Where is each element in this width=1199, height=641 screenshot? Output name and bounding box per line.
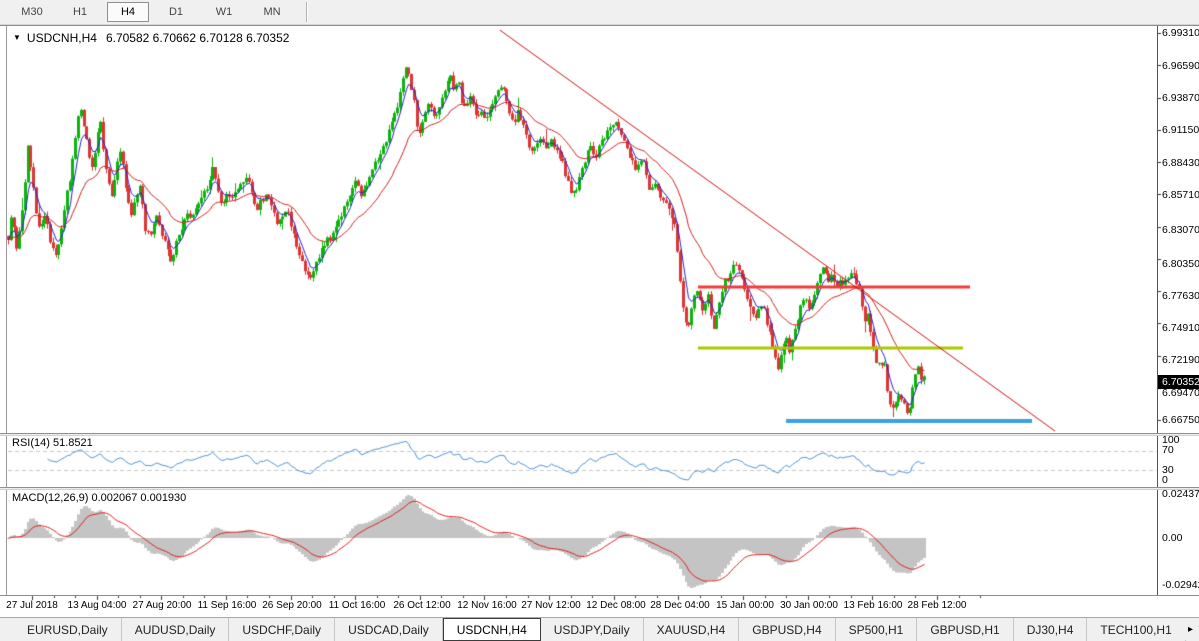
time-axis-label: 27 Jul 2018 [6,600,58,611]
chart-tabs-bar: EURUSD,DailyAUDUSD,DailyUSDCHF,DailyUSDC… [0,617,1199,641]
timeframe-button[interactable]: D1 [155,2,197,22]
time-axis-label: 11 Sep 16:00 [198,600,257,611]
time-axis-label: 27 Aug 20:00 [133,600,192,611]
price-axis-label: 6.80350 [1162,258,1199,270]
timeframe-toolbar: M30 H1 H4 D1 W1 MN [0,0,1199,25]
panel-splitter-macd[interactable] [0,487,1199,490]
price-axis-label: 6.74910 [1162,322,1199,334]
chart-title: ▼ USDCNH,H4 6.70582 6.70662 6.70128 6.7035… [13,31,289,45]
panel-splitter-rsi[interactable] [0,433,1199,436]
chart-canvas[interactable] [0,0,1199,641]
macd-axis-label: -0.029423 [1162,579,1199,591]
price-axis-line [1157,26,1158,595]
trading-platform-window: M30 H1 H4 D1 W1 MN ▼ USDCNH,H4 6.70582 6.70662 … [0,0,1199,641]
chart-tab[interactable]: USDJPY,Daily [541,618,644,641]
time-axis-border [0,595,1199,596]
time-axis-label: 27 Nov 12:00 [521,600,581,611]
macd-axis-label: 0.024372 [1162,488,1199,500]
price-axis-label: 6.88430 [1162,157,1199,169]
chart-tab[interactable]: USDCAD,Daily [335,618,443,641]
time-axis-label: 28 Dec 04:00 [650,600,710,611]
chart-tab[interactable]: USDCNH,H4 [443,618,541,641]
timeframe-button[interactable]: MN [251,2,293,22]
chart-tab[interactable]: DJ30,H4 [1014,618,1088,641]
time-axis-label: 13 Feb 16:00 [844,600,903,611]
time-axis-label: 26 Oct 12:00 [393,600,450,611]
price-axis-label: 6.85710 [1162,189,1199,201]
price-axis-label: 6.77630 [1162,290,1199,302]
time-axis-label: 26 Sep 20:00 [262,600,322,611]
price-axis-label: 6.93870 [1162,92,1199,104]
macd-indicator-label: MACD(12,26,9) 0.002067 0.001930 [12,492,186,504]
toolbar-separator [306,2,308,22]
time-axis-label: 13 Aug 04:00 [68,600,127,611]
time-axis-label: 30 Jan 00:00 [780,600,838,611]
symbol-label: USDCNH,H4 [27,31,97,45]
macd-axis-label: 0.00 [1162,532,1182,544]
chart-window-left-border [6,26,7,595]
time-axis-label: 15 Jan 00:00 [716,600,774,611]
time-axis-label: 12 Nov 16:00 [457,600,517,611]
chart-tab[interactable]: SP500,H1 [836,618,918,641]
timeframe-buttons: M30 H1 H4 D1 W1 MN [8,2,296,22]
chart-tab[interactable]: TECH100,H1 [1087,618,1185,641]
chart-tab[interactable]: USDCHF,Daily [229,618,335,641]
price-axis-label: 6.91150 [1162,124,1199,136]
chart-tab[interactable]: XAUUSD,H4 [644,618,740,641]
rsi-axis-label: 0 [1162,474,1168,486]
chevron-down-icon[interactable]: ▼ [13,33,21,42]
chart-tab[interactable]: GBPUSD,H4 [739,618,835,641]
timeframe-button[interactable]: H4 [107,2,149,22]
chart-tab[interactable]: EURUSD,Daily [14,618,122,641]
tab-scroll-right-button[interactable]: ▸ [1183,618,1198,640]
price-axis-label: 6.72190 [1162,354,1199,366]
ohlc-values: 6.70582 6.70662 6.70128 6.70352 [106,31,290,45]
arrow-right-icon: ▸ [1188,624,1193,635]
chart-tab[interactable]: GBPUSD,H1 [917,618,1013,641]
timeframe-button[interactable]: W1 [203,2,245,22]
current-price-tag: 6.70352 [1158,375,1199,389]
time-axis-label: 28 Feb 12:00 [908,600,967,611]
rsi-axis-label: 70 [1162,444,1174,456]
timeframe-button[interactable]: H1 [59,2,101,22]
price-axis-label: 6.66750 [1162,414,1199,426]
timeframe-button[interactable]: M30 [11,2,53,22]
time-axis-label: 12 Dec 08:00 [586,600,646,611]
time-axis-label: 11 Oct 16:00 [329,600,386,611]
price-axis-label: 6.99310 [1162,27,1199,39]
chart-window-top-border [0,25,1199,26]
chart-tab[interactable]: AUDUSD,Daily [122,618,230,641]
rsi-indicator-label: RSI(14) 51.8521 [12,437,93,449]
price-axis-label: 6.96590 [1162,60,1199,72]
price-axis-label: 6.83070 [1162,224,1199,236]
